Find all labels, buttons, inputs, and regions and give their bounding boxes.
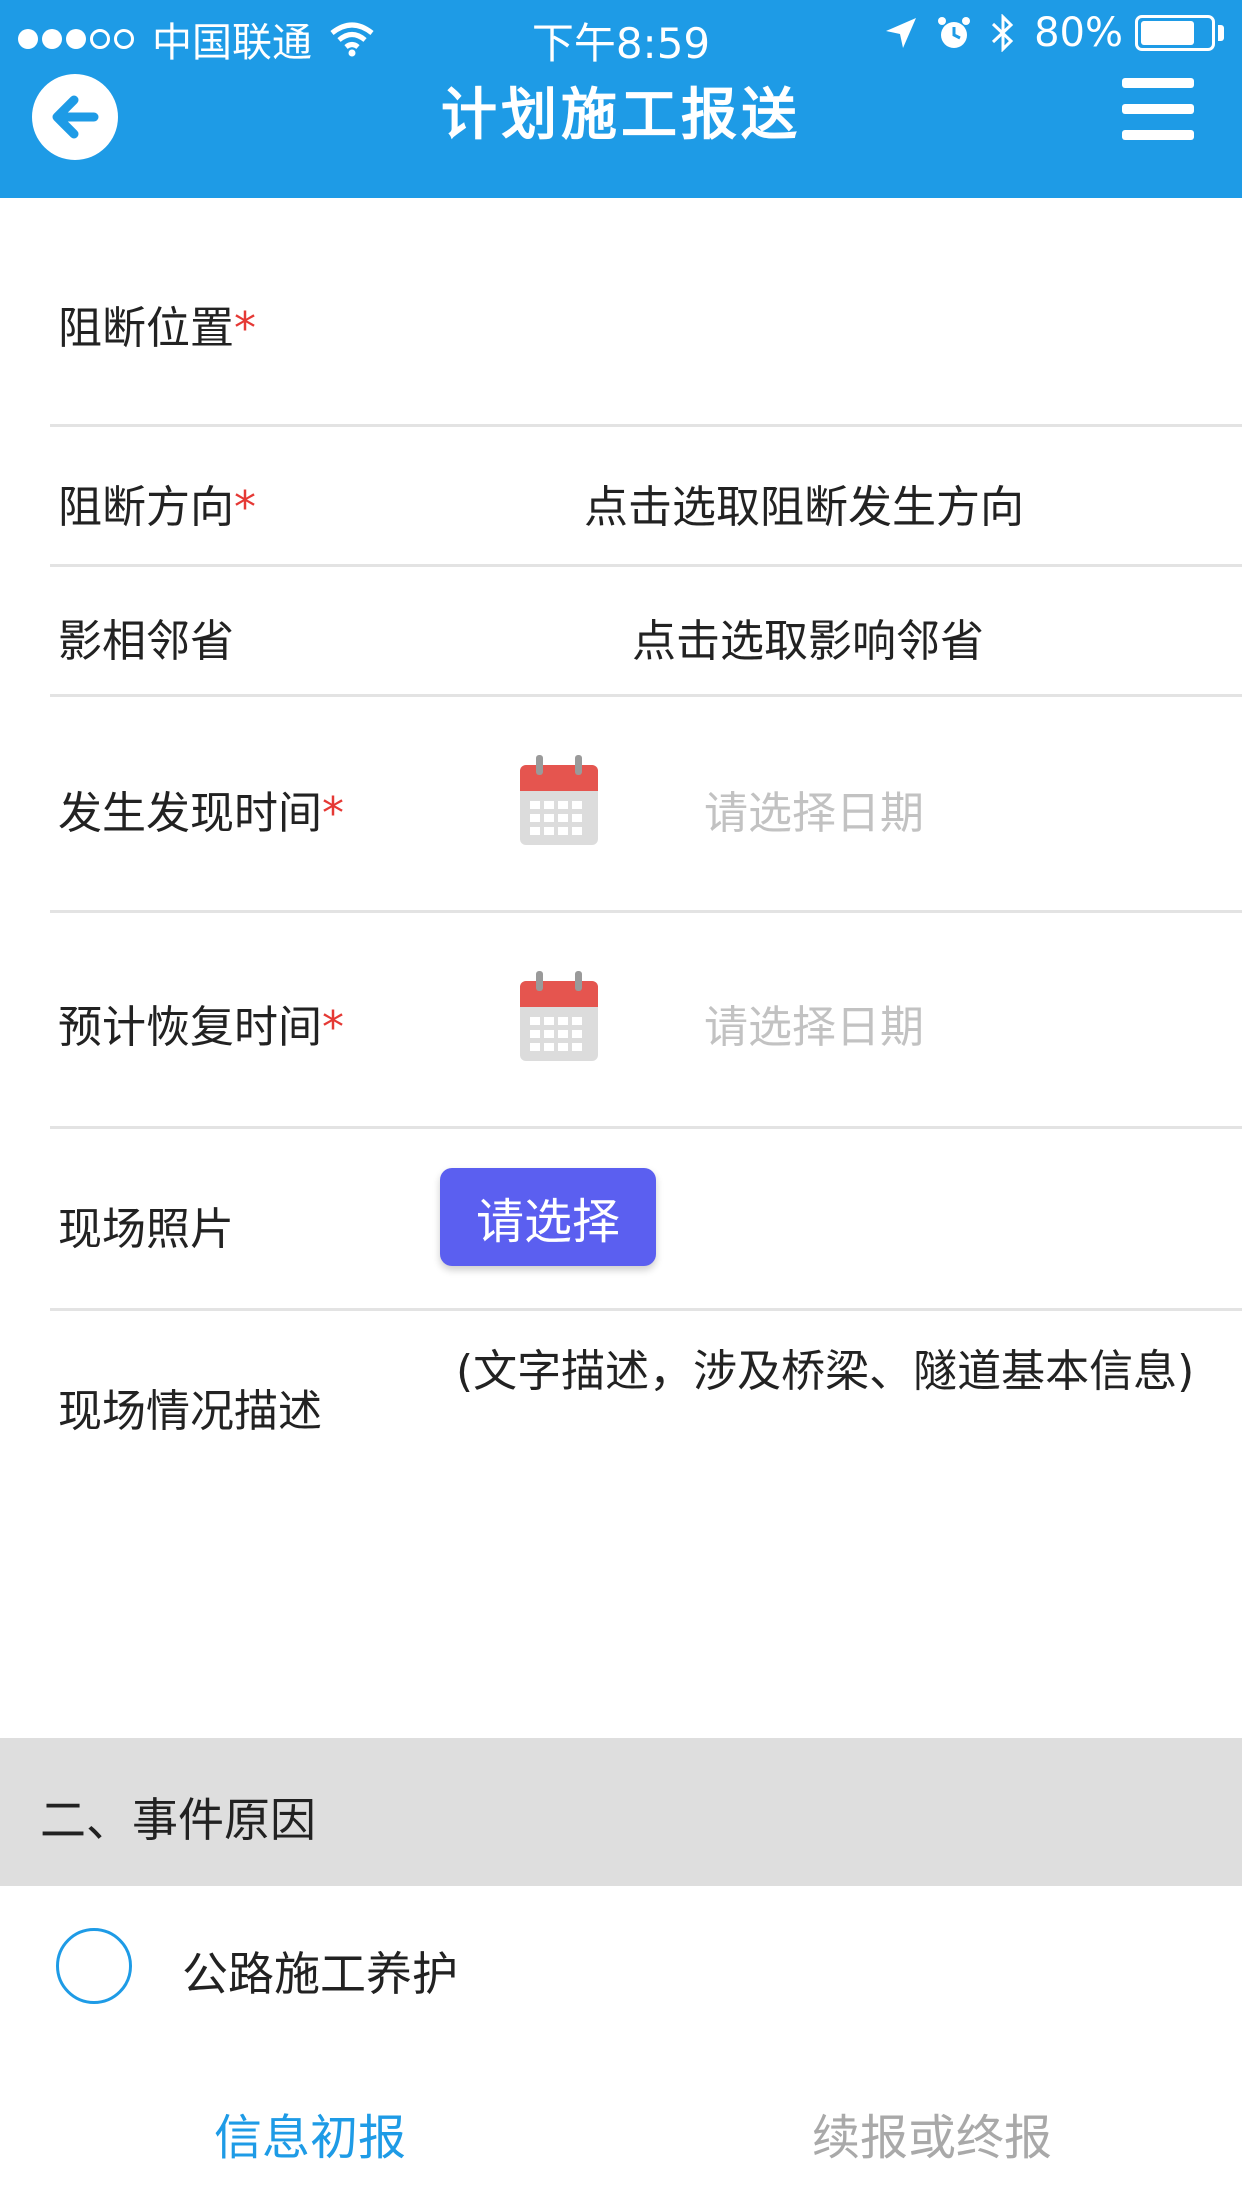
occur-time-label: 发生发现时间* (58, 788, 344, 839)
section-title: 二、事件原因 (40, 1793, 316, 1847)
location-arrow-icon (886, 18, 917, 48)
tab-initial-report[interactable]: 信息初报 (214, 2098, 406, 2168)
hamburger-menu-icon (1122, 78, 1194, 88)
alarm-clock-icon (938, 17, 971, 48)
battery-percent: 80% (1034, 10, 1123, 56)
block-direction-select[interactable]: 点击选取阻断发生方向 (584, 471, 1024, 535)
neighbor-province-label: 影相邻省 (58, 616, 234, 667)
status-right: 80% (866, 10, 1224, 56)
site-description-label: 现场情况描述 (58, 1386, 322, 1437)
neighbor-province-row[interactable]: 影相邻省 点击选取影响邻省 (50, 567, 1242, 695)
app-header: 中国联通 下午8:59 80% 计划施工报送 (0, 0, 1242, 198)
menu-button[interactable] (1122, 78, 1194, 140)
calendar-icon[interactable] (518, 969, 600, 1063)
occur-time-row[interactable]: 发生发现时间* 请选择日期 (50, 697, 1242, 911)
tab-followup-report[interactable]: 续报或终报 (812, 2098, 1052, 2168)
block-location-label: 阻断位置* (58, 303, 256, 354)
site-description-textarea[interactable]: (文字描述，涉及桥梁、隧道基本信息) (456, 1348, 1196, 1396)
select-photo-button[interactable]: 请选择 (440, 1168, 656, 1266)
recovery-time-label: 预计恢复时间* (58, 1002, 344, 1053)
bluetooth-icon (992, 14, 1014, 52)
battery-icon (1135, 15, 1215, 51)
radio-road-maintenance[interactable] (56, 1928, 132, 2004)
block-location-row[interactable]: 阻断位置* (50, 198, 1242, 426)
recovery-time-input[interactable]: 请选择日期 (704, 991, 924, 1055)
site-photo-label: 现场照片 (58, 1204, 234, 1255)
page-title: 计划施工报送 (441, 83, 801, 148)
battery-tip (1218, 25, 1224, 41)
calendar-icon[interactable] (518, 753, 600, 847)
radio-label: 公路施工养护 (182, 1947, 458, 2001)
occur-time-input[interactable]: 请选择日期 (704, 777, 924, 841)
block-direction-label: 阻断方向* (58, 482, 256, 533)
block-direction-row[interactable]: 阻断方向* 点击选取阻断发生方向 (50, 427, 1242, 565)
section-header: 二、事件原因 (0, 1738, 1242, 1886)
neighbor-province-select[interactable]: 点击选取影响邻省 (632, 605, 984, 669)
status-bar: 中国联通 下午8:59 80% (0, 0, 1242, 68)
recovery-time-row[interactable]: 预计恢复时间* 请选择日期 (50, 913, 1242, 1127)
